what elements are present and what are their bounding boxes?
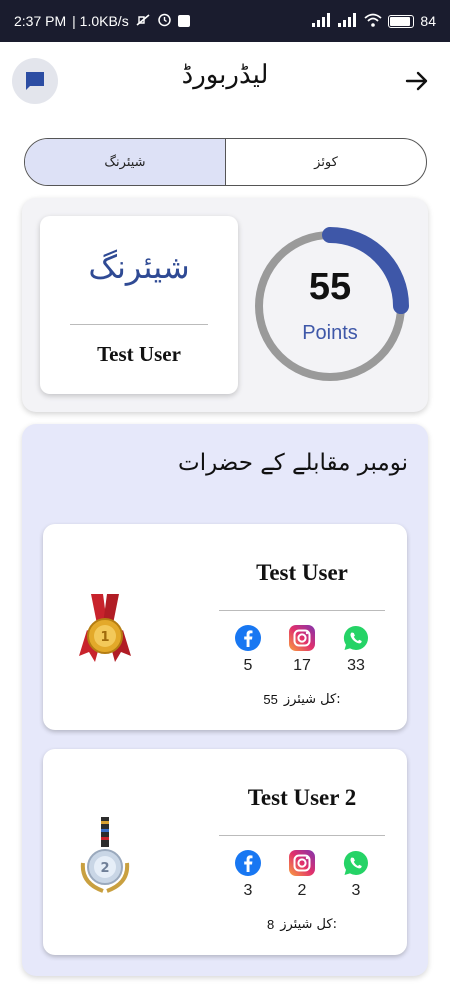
facebook-shares: 3	[228, 849, 268, 900]
total-shares: 8 کل شیئرز:	[219, 917, 385, 932]
arrow-right-icon	[405, 71, 428, 91]
forward-button[interactable]	[404, 68, 430, 94]
leaderboard-panel: نومبر مقابلے کے حضرات 1 Test User 5 17 3…	[22, 424, 428, 976]
category-tabs: شیئرنگ کوئز	[24, 138, 427, 186]
wifi-icon	[364, 13, 383, 30]
divider	[219, 835, 385, 836]
instagram-count: 17	[293, 657, 311, 674]
user-summary-card: شیئرنگ Test User 55 Points	[22, 198, 428, 412]
whatsapp-icon	[343, 625, 368, 650]
total-shares: 55 کل شیئرز:	[219, 692, 385, 707]
instagram-count: 2	[297, 882, 307, 899]
leaderboard-entry[interactable]: 1 Test User 5 17 33 55 کل شیئرز:	[43, 524, 407, 730]
instagram-icon	[289, 850, 315, 876]
points-value: 55	[308, 266, 352, 308]
medal-rank: 1	[100, 630, 109, 645]
status-bar: 2:37 PM | 1.0KB/s 84	[0, 0, 450, 42]
facebook-icon	[235, 850, 261, 876]
battery-icon	[388, 14, 415, 28]
instagram-icon	[289, 625, 315, 651]
whatsapp-shares: 33	[336, 624, 376, 675]
category-heading: شیئرنگ	[88, 248, 190, 286]
instagram-shares: 2	[282, 849, 322, 900]
whatsapp-count: 33	[347, 657, 365, 674]
share-counts: 5 17 33	[219, 624, 385, 675]
points-ring: 55 Points	[250, 226, 410, 386]
user-info-card: شیئرنگ Test User	[40, 216, 238, 394]
points-label: Points	[302, 322, 358, 344]
total-label: کل شیئرز:	[280, 917, 337, 932]
page-title: لیڈربورڈ	[181, 60, 269, 90]
total-value: 55	[263, 692, 278, 707]
whatsapp-shares: 3	[336, 849, 376, 900]
mute-icon	[135, 13, 151, 30]
entry-name: Test User	[256, 560, 348, 585]
notification-icon	[177, 15, 190, 27]
divider	[70, 324, 208, 325]
facebook-shares: 5	[228, 624, 268, 675]
gold-medal-icon: 1	[73, 592, 137, 672]
status-time: 2:37 PM	[14, 13, 67, 29]
facebook-count: 5	[243, 657, 253, 674]
tab-sharing[interactable]: شیئرنگ	[25, 139, 226, 185]
facebook-icon	[235, 625, 261, 651]
total-label: کل شیئرز:	[283, 692, 341, 707]
user-name: Test User	[97, 342, 181, 366]
whatsapp-count: 3	[351, 882, 361, 899]
alarm-icon	[157, 12, 172, 30]
share-counts: 3 2 3	[219, 849, 385, 900]
signal-icon	[312, 12, 332, 30]
app-header: لیڈربورڈ	[0, 42, 450, 122]
leaderboard-title: نومبر مقابلے کے حضرات	[178, 450, 408, 476]
instagram-shares: 17	[282, 624, 322, 675]
battery-level: 84	[420, 13, 436, 29]
divider	[219, 610, 385, 611]
entry-name: Test User 2	[247, 785, 357, 810]
silver-medal-icon: 2	[73, 817, 137, 897]
status-net-speed: | 1.0KB/s	[72, 13, 129, 29]
leaderboard-entry[interactable]: 2 Test User 2 3 2 3 8 کل شیئرز:	[43, 749, 407, 955]
signal-icon-2	[338, 12, 358, 30]
facebook-count: 3	[243, 882, 253, 899]
whatsapp-icon	[343, 850, 368, 875]
tab-quiz[interactable]: کوئز	[226, 139, 426, 185]
medal-rank: 2	[100, 861, 109, 876]
total-value: 8	[267, 917, 275, 932]
